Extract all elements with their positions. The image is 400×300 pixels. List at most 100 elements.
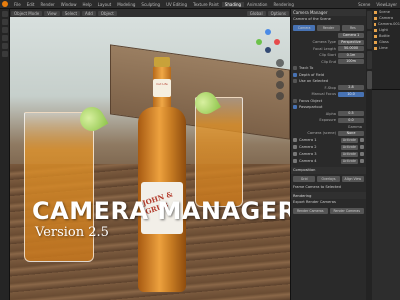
menu-window[interactable]: Window xyxy=(58,2,80,7)
delete-camera-icon[interactable] xyxy=(360,152,364,156)
export-label: Export Render Cameras xyxy=(293,200,336,205)
neck-label-text: Cut Life xyxy=(156,82,168,86)
properties-editor[interactable] xyxy=(372,89,400,300)
tab-render[interactable]: Render xyxy=(317,24,340,31)
overlays-button[interactable]: Overlays xyxy=(317,175,340,182)
tab-layout[interactable]: Layout xyxy=(95,2,115,7)
camera-icon xyxy=(293,152,297,156)
promo-version: Version 2.5 xyxy=(35,225,109,240)
sidebar-tab-camera-manager[interactable] xyxy=(366,71,372,89)
alpha-field[interactable]: 0.5 xyxy=(338,111,364,117)
panel-header[interactable]: Camera Manager xyxy=(291,9,366,16)
camera-list-item[interactable]: Camera 4 Activate xyxy=(291,158,366,165)
sidebar-tab-tool[interactable] xyxy=(366,31,372,49)
outliner-item-label: Camera xyxy=(379,16,394,20)
frame-camera-row[interactable]: Frame Camera to Selected xyxy=(291,184,366,191)
camera-type-field[interactable]: Perspective xyxy=(338,39,364,45)
manual-focus-field[interactable]: 10.0 xyxy=(338,91,364,97)
activate-camera-button[interactable]: Activate xyxy=(340,151,358,157)
activate-camera-button[interactable]: Activate xyxy=(340,144,358,150)
camera-list-item[interactable]: Camera 2 Activate xyxy=(291,144,366,151)
camera-list-item[interactable]: Camera 1 Activate xyxy=(291,137,366,144)
fstop-field[interactable]: 2.8 xyxy=(338,85,364,91)
camera-list-mode[interactable]: None xyxy=(338,130,364,136)
composition-section[interactable]: Composition xyxy=(291,166,366,174)
orientation-selector[interactable]: Global xyxy=(246,10,266,16)
perspective-toggle-icon[interactable] xyxy=(276,92,284,100)
outliner-item[interactable]: Lime xyxy=(372,45,400,51)
menu-help[interactable]: Help xyxy=(79,2,94,7)
scene-selector[interactable]: Scene xyxy=(355,2,373,7)
delete-camera-icon[interactable] xyxy=(360,159,364,163)
delete-camera-icon[interactable] xyxy=(360,138,364,142)
menu-render[interactable]: Render xyxy=(37,2,57,7)
activate-camera-button[interactable]: Activate xyxy=(340,137,358,143)
use-selected-checkbox[interactable] xyxy=(293,79,297,84)
tab-sculpting[interactable]: Sculpting xyxy=(138,2,163,7)
outliner-item-label: Glass xyxy=(379,40,389,44)
mode-selector[interactable]: Object Mode xyxy=(11,10,43,16)
tab-rendering[interactable]: Rendering xyxy=(270,2,296,7)
blender-logo-icon[interactable] xyxy=(2,1,8,7)
menu-edit[interactable]: Edit xyxy=(24,2,38,7)
rendering-section[interactable]: Rendering xyxy=(291,192,366,199)
axis-y-icon[interactable] xyxy=(256,39,262,45)
clip-end-field[interactable]: 100m xyxy=(338,59,364,65)
navigation-gizmo[interactable] xyxy=(256,29,280,53)
tab-uv-editing[interactable]: UV Editing xyxy=(163,2,190,7)
camera-icon xyxy=(293,145,297,149)
tab-shading[interactable]: Shading xyxy=(221,1,245,7)
select-tool-icon[interactable] xyxy=(1,11,8,17)
tab-camera[interactable]: Camera xyxy=(293,24,316,31)
camera-view-icon[interactable] xyxy=(276,81,284,89)
focus-object-label: Focus Object xyxy=(299,98,323,103)
tab-texture-paint[interactable]: Texture Paint xyxy=(190,2,222,7)
active-camera-field[interactable]: Camera 1 xyxy=(338,33,364,39)
focal-length-field[interactable]: 50.0000 xyxy=(338,46,364,52)
sidebar-tab-item[interactable] xyxy=(366,11,372,29)
beer-bottle: Cut Life JOHN & GRUB xyxy=(138,57,186,292)
view-menu[interactable]: View xyxy=(44,10,60,16)
track-to-checkbox[interactable] xyxy=(293,66,297,71)
axis-neg-z-icon[interactable] xyxy=(265,47,271,53)
cursor-tool-icon[interactable] xyxy=(1,19,8,25)
render-cameras-button-2[interactable]: Render Cameras xyxy=(329,207,364,214)
axis-z-icon[interactable] xyxy=(265,29,271,35)
grid-button[interactable]: Grid xyxy=(293,175,316,182)
3d-viewport[interactable]: Cut Life JOHN & GRUB CAMERA MANAGER Vers… xyxy=(10,17,290,300)
rotate-tool-icon[interactable] xyxy=(1,35,8,41)
light-icon xyxy=(374,28,377,32)
passepartout-checkbox[interactable] xyxy=(293,105,297,110)
mesh-icon xyxy=(374,40,377,44)
align-view-button[interactable]: Align View xyxy=(341,175,364,182)
tab-resolution[interactable]: Res xyxy=(341,24,364,31)
viewport-header: Object Mode View Select Add Object Globa… xyxy=(10,9,290,17)
render-cameras-button[interactable]: Render Cameras xyxy=(293,207,328,214)
fstop-label: F-Stop xyxy=(324,85,336,90)
zoom-icon[interactable] xyxy=(276,59,284,67)
focus-object-checkbox[interactable] xyxy=(293,98,297,103)
transform-tool-icon[interactable] xyxy=(1,51,8,57)
camera-list-item[interactable]: Camera 3 Activate xyxy=(291,151,366,158)
menu-file[interactable]: File xyxy=(11,2,24,7)
view-layer-selector[interactable]: ViewLayer xyxy=(373,2,400,7)
move-tool-icon[interactable] xyxy=(1,27,8,33)
depth-of-field-checkbox[interactable] xyxy=(293,72,297,77)
rendering-label: Rendering xyxy=(293,193,312,198)
sidebar-tab-view[interactable] xyxy=(366,51,372,69)
clip-start-field[interactable]: 0.1m xyxy=(338,52,364,58)
select-menu[interactable]: Select xyxy=(61,10,81,16)
object-menu[interactable]: Object xyxy=(97,10,117,16)
exposure-field[interactable]: 0.0 xyxy=(338,117,364,123)
tab-modeling[interactable]: Modeling xyxy=(114,2,138,7)
pan-icon[interactable] xyxy=(276,70,284,78)
activate-camera-button[interactable]: Activate xyxy=(340,158,358,164)
scale-tool-icon[interactable] xyxy=(1,43,8,49)
axis-x-icon[interactable] xyxy=(274,39,280,45)
add-menu[interactable]: Add xyxy=(82,10,96,16)
track-to-label: Track To xyxy=(299,66,314,71)
tab-animation[interactable]: Animation xyxy=(244,2,270,7)
options-button[interactable]: Options xyxy=(267,10,289,16)
composition-label: Composition xyxy=(293,168,316,172)
delete-camera-icon[interactable] xyxy=(360,145,364,149)
